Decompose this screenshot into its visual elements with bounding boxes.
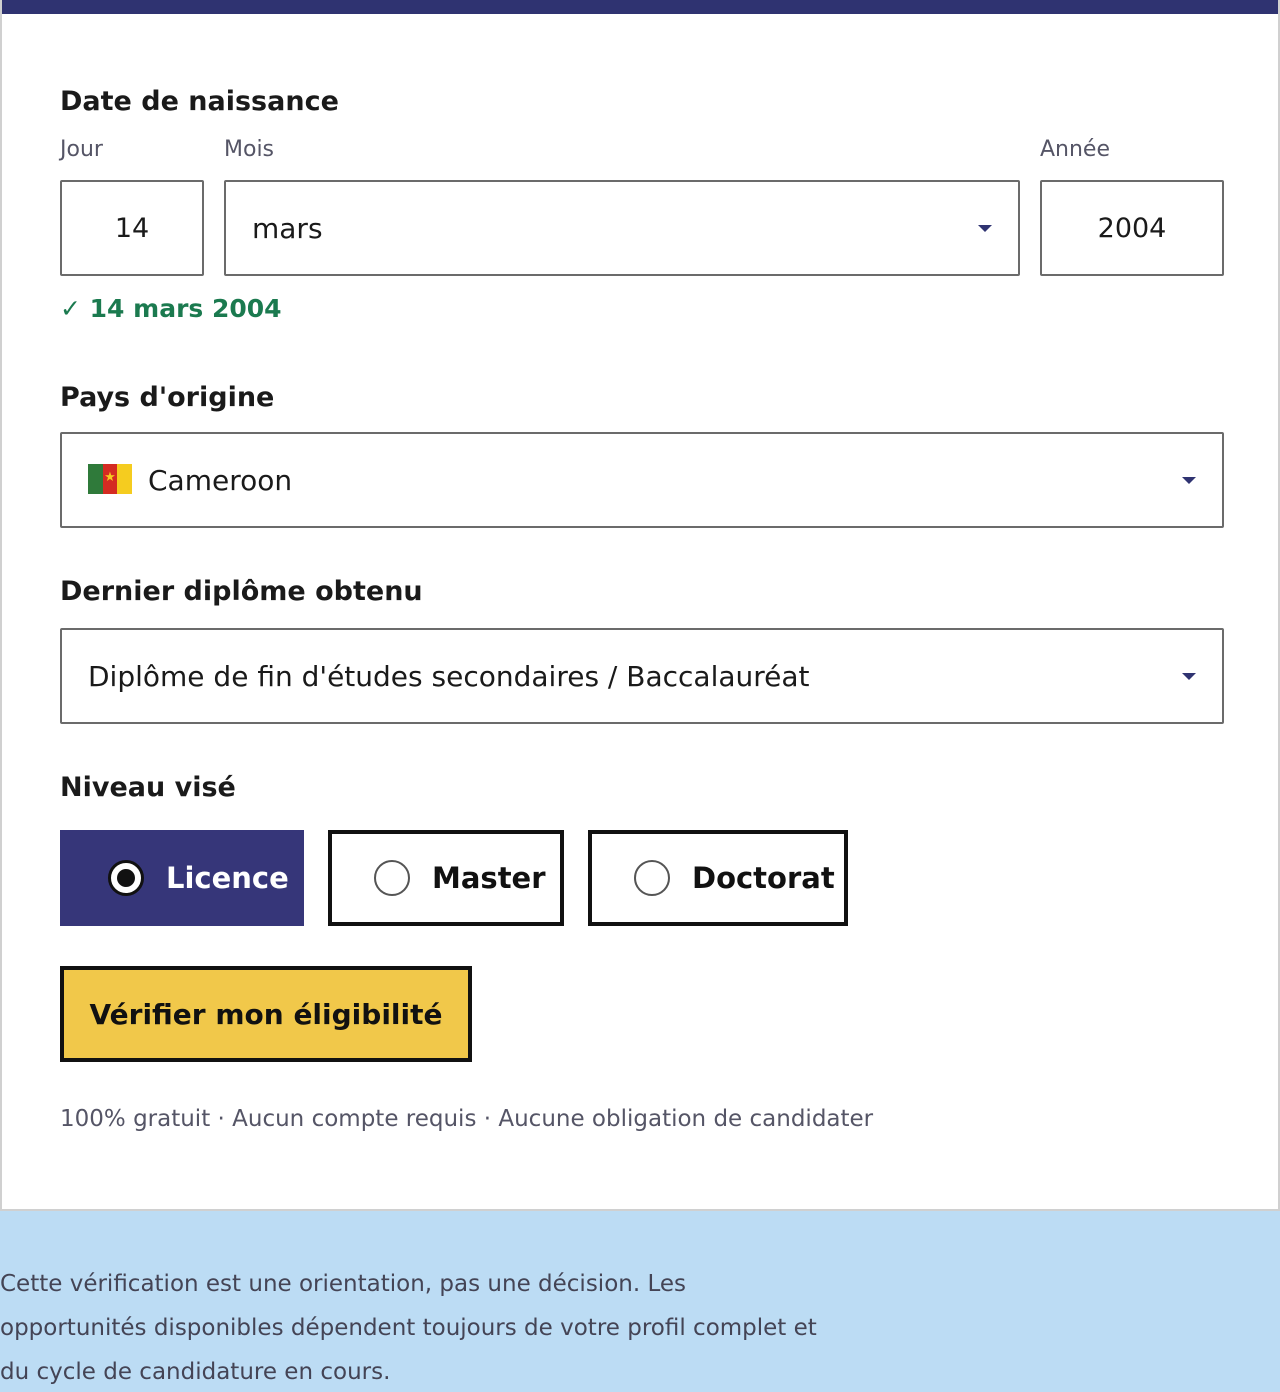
radio-unselected-icon: [374, 860, 410, 896]
disclaimer-text: Cette vérification est une orientation, …: [0, 1271, 817, 1385]
radio-unselected-icon: [634, 860, 670, 896]
day-label: Jour: [60, 137, 103, 162]
country-select[interactable]: ★ Cameroon: [60, 432, 1224, 528]
level-option-master[interactable]: Master: [328, 830, 564, 926]
month-value: mars: [252, 211, 323, 245]
diploma-value: Diplôme de fin d'études secondaires / Ba…: [88, 659, 810, 693]
level-option-label: Licence: [166, 861, 289, 895]
chevron-down-icon: [1182, 673, 1196, 680]
level-title: Niveau visé: [60, 772, 236, 803]
day-value: 14: [114, 212, 150, 244]
level-option-label: Master: [432, 861, 546, 895]
fineprint-note: 100% gratuit · Aucun compte requis · Auc…: [60, 1106, 874, 1132]
diploma-title: Dernier diplôme obtenu: [60, 576, 423, 607]
level-option-doctorat[interactable]: Doctorat: [588, 830, 848, 926]
year-input[interactable]: 2004: [1040, 180, 1224, 276]
eligibility-form-card: Date de naissance Jour Mois Année 14 mar…: [0, 0, 1280, 1211]
birthdate-confirmation: ✓ 14 mars 2004: [60, 294, 282, 323]
country-value: Cameroon: [148, 463, 293, 497]
cameroon-flag-icon: ★: [88, 464, 133, 494]
year-label: Année: [1040, 137, 1111, 162]
month-label: Mois: [224, 137, 275, 162]
country-title: Pays d'origine: [60, 382, 275, 413]
day-input[interactable]: 14: [60, 180, 204, 276]
birthdate-title: Date de naissance: [60, 86, 339, 117]
radio-selected-icon: [108, 860, 144, 896]
level-option-label: Doctorat: [692, 861, 835, 895]
month-select[interactable]: mars: [224, 180, 1020, 276]
card-accent-bar: [2, 0, 1278, 14]
level-option-licence[interactable]: Licence: [60, 830, 304, 926]
year-value: 2004: [1097, 212, 1167, 244]
diploma-select[interactable]: Diplôme de fin d'études secondaires / Ba…: [60, 628, 1224, 724]
check-eligibility-button[interactable]: Vérifier mon éligibilité: [60, 966, 472, 1062]
chevron-down-icon: [978, 225, 992, 232]
chevron-down-icon: [1182, 477, 1196, 484]
